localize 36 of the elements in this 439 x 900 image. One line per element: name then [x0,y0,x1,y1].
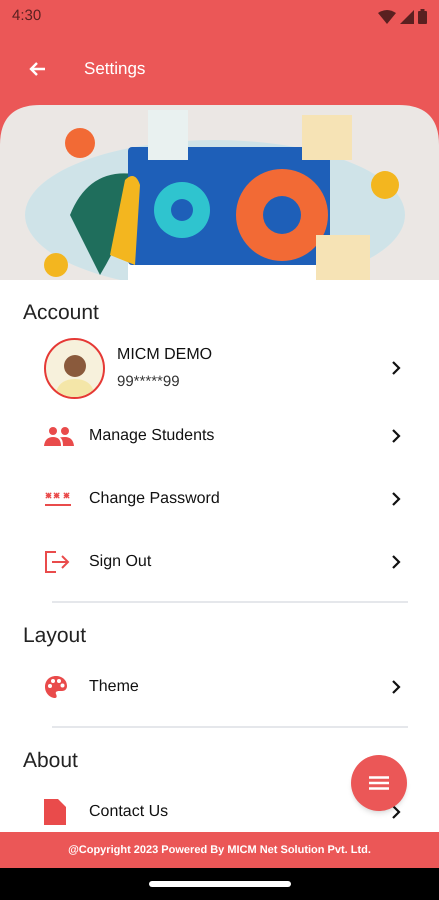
settings-item[interactable]: Manage Students [0,404,439,467]
wifi-icon [378,10,396,24]
item-label: Change Password [89,488,221,508]
status-time: 4:30 [12,6,42,26]
signal-icon [400,10,414,24]
exit-icon [44,550,70,574]
item-label: Sign Out [89,552,152,572]
settings-item[interactable]: MICM DEMO 99*****99 [0,332,439,404]
phone-number: 99*****99 [117,372,181,392]
chevron-icon [391,490,401,506]
password-icon [44,490,72,506]
people-icon [44,426,74,446]
palette-icon [44,674,68,698]
battery-icon [418,9,427,24]
section-heading: About [22,748,79,774]
settings-item[interactable]: Sign Out [0,530,439,593]
screen-title: Settings [84,58,146,80]
chevron-icon [391,428,401,444]
item-label: Theme [89,676,140,696]
chevron-icon [391,804,401,820]
item-label: Contact Us [89,802,170,822]
document-icon [44,798,66,824]
section-heading: Layout [22,623,88,649]
menu-icon [369,776,389,790]
profile-name: MICM DEMO [117,344,214,365]
section-heading: Account [22,300,100,326]
settings-item[interactable]: Theme [0,655,439,718]
menu-button[interactable] [351,755,407,811]
settings-item[interactable]: Change Password [0,467,439,530]
item-label: Manage Students [89,426,216,446]
chevron-icon [391,554,401,570]
chevron-icon [391,678,401,694]
copyright-text: @Copyright 2023 Powered By MICM Net Solution Pvt. Ltd. [68,842,371,858]
chevron-icon [391,360,401,376]
back-icon[interactable] [28,61,46,77]
settings-item[interactable]: Contact Us [0,780,439,832]
